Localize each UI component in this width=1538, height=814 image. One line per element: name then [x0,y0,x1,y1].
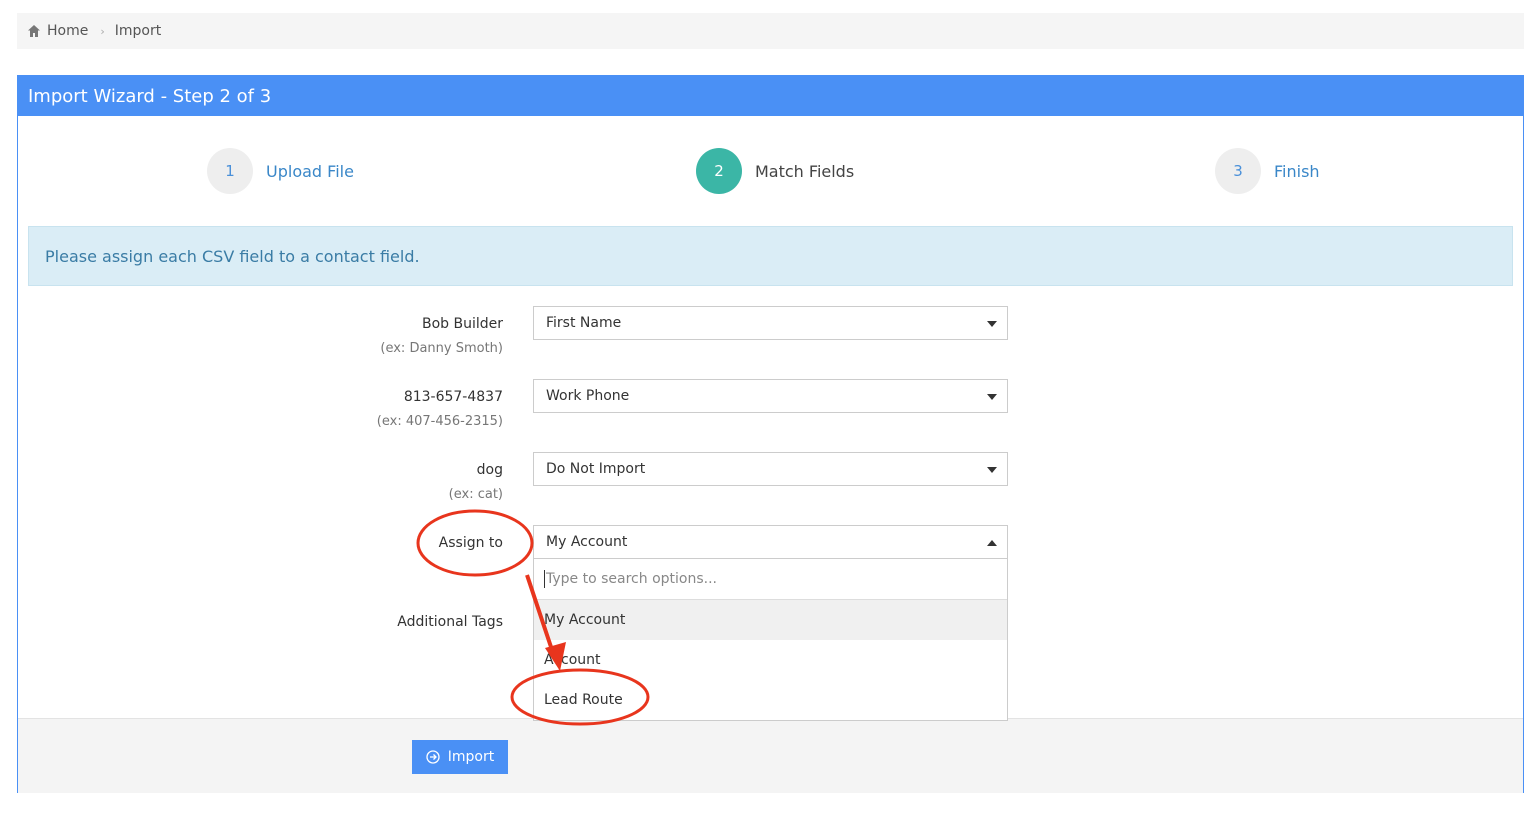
caret-down-icon [987,321,997,327]
assign-to-select[interactable]: My Account [533,525,1008,559]
assign-to-dropdown: Type to search options... My Account Acc… [533,559,1008,721]
step-number: 1 [207,148,253,194]
step-label: Finish [1274,161,1320,181]
panel-footer: Import [18,718,1523,793]
breadcrumb-home-link[interactable]: Home [47,23,88,39]
dropdown-search-input[interactable]: Type to search options... [534,559,1007,600]
search-placeholder: Type to search options... [546,571,717,587]
dropdown-option-lead-route[interactable]: Lead Route [534,680,1007,720]
select-value: First Name [546,315,622,331]
csv-field-example: (ex: cat) [448,487,503,502]
import-wizard-panel: Import Wizard - Step 2 of 3 1 Upload Fil… [17,75,1524,793]
csv-field-example: (ex: Danny Smoth) [380,341,503,356]
breadcrumb: Home › Import [17,13,1524,49]
field-mapping-select[interactable]: First Name [533,306,1008,340]
breadcrumb-current: Import [114,23,162,39]
step-match-fields: 2 Match Fields [696,148,854,194]
text-cursor [544,570,545,588]
home-icon [28,25,40,37]
wizard-steps: 1 Upload File 2 Match Fields 3 Finish [18,148,1523,194]
step-number: 3 [1215,148,1261,194]
chevron-right-icon: › [100,24,105,38]
arrow-circle-right-icon [426,750,440,764]
select-value: My Account [546,534,628,550]
step-upload-file[interactable]: 1 Upload File [207,148,354,194]
dropdown-option-my-account[interactable]: My Account [534,600,1007,640]
select-value: Work Phone [546,388,630,404]
field-mapping-select[interactable]: Do Not Import [533,452,1008,486]
info-alert: Please assign each CSV field to a contac… [28,226,1513,286]
csv-field-label: Bob Builder [421,316,503,332]
assign-to-label: Assign to [438,535,503,551]
step-finish[interactable]: 3 Finish [1215,148,1320,194]
csv-field-label: 813-657-4837 [403,389,503,405]
step-label: Match Fields [755,161,855,181]
select-value: Do Not Import [546,461,646,477]
csv-field-label: dog [476,462,503,478]
step-label: Upload File [266,161,354,181]
dropdown-option-account[interactable]: Account [534,640,1007,680]
import-button[interactable]: Import [412,740,508,774]
panel-title: Import Wizard - Step 2 of 3 [18,76,1523,116]
additional-tags-label: Additional Tags [397,614,503,630]
csv-field-example: (ex: 407-456-2315) [376,414,503,429]
caret-down-icon [987,394,997,400]
caret-down-icon [987,467,997,473]
step-number: 2 [696,148,742,194]
import-button-label: Import [447,749,495,765]
caret-up-icon [987,540,997,546]
field-mapping-select[interactable]: Work Phone [533,379,1008,413]
